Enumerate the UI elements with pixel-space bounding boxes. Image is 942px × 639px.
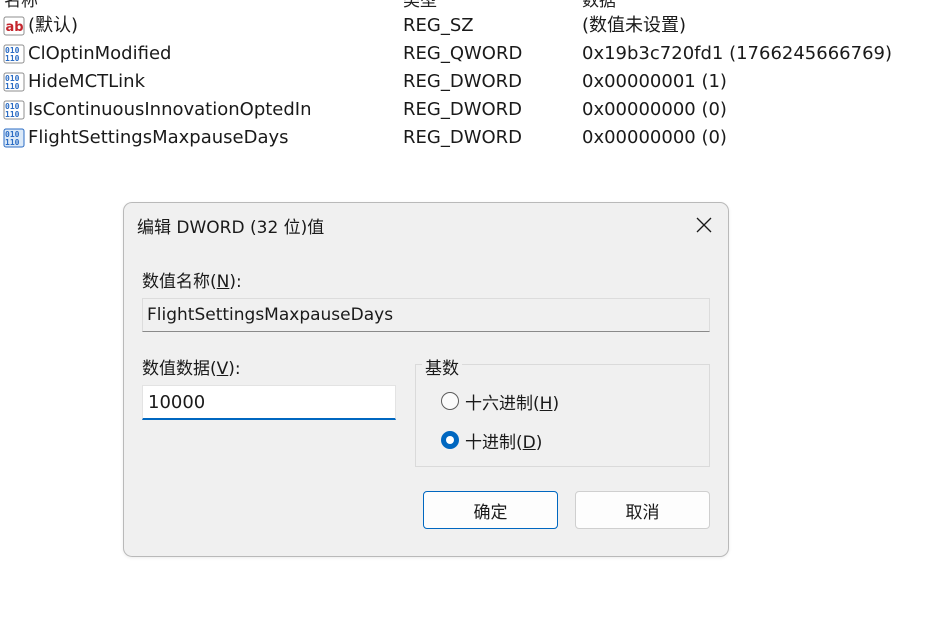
column-header-name[interactable]: 名称 — [4, 0, 38, 11]
binary-value-icon: 010 110 — [3, 72, 25, 92]
registry-editor-screen: 名称 类型 数据 ab (默认) REG_SZ (数值未设置) 010 110 … — [0, 0, 942, 639]
list-item-name: HideMCTLink — [28, 71, 145, 92]
binary-value-icon: 010 110 — [3, 44, 25, 64]
list-item-data: 0x00000000 (0) — [582, 99, 727, 120]
base-group-label: 基数 — [422, 354, 462, 379]
list-item[interactable]: 010 110 ClOptinModified REG_QWORD 0x19b3… — [0, 40, 942, 68]
column-header-type[interactable]: 类型 — [403, 0, 437, 11]
dialog-title: 编辑 DWORD (32 位)值 — [137, 218, 325, 238]
list-item-data: 0x00000000 (0) — [582, 127, 727, 148]
dialog-titlebar[interactable]: 编辑 DWORD (32 位)值 — [124, 203, 728, 247]
list-item-name: FlightSettingsMaxpauseDays — [28, 127, 289, 148]
list-item-type: REG_DWORD — [403, 127, 523, 148]
cancel-button[interactable]: 取消 — [575, 491, 710, 529]
list-item-type: REG_DWORD — [403, 71, 523, 92]
binary-value-icon: 010 110 — [3, 100, 25, 120]
value-name-field: FlightSettingsMaxpauseDays — [142, 298, 710, 332]
hex-radio-label: 十六进制(H) — [465, 393, 560, 414]
svg-text:ab: ab — [6, 20, 24, 35]
value-name-label: 数值名称(N): — [142, 272, 242, 292]
close-button[interactable] — [688, 209, 720, 241]
value-data-input[interactable] — [142, 385, 396, 420]
list-item-type: REG_DWORD — [403, 99, 523, 120]
value-data-label: 数值数据(V): — [142, 359, 241, 379]
list-item-data: 0x00000001 (1) — [582, 71, 727, 92]
column-header-data[interactable]: 数据 — [582, 0, 616, 11]
list-item-name: (默认) — [28, 15, 79, 36]
edit-dword-dialog: 编辑 DWORD (32 位)值 数值名称(N): FlightSettings… — [123, 202, 729, 557]
string-value-icon: ab — [3, 16, 25, 36]
list-item[interactable]: ab (默认) REG_SZ (数值未设置) — [0, 12, 942, 40]
binary-value-icon: 010 110 — [3, 128, 25, 148]
svg-text:110: 110 — [5, 138, 20, 147]
list-item-data: (数值未设置) — [582, 15, 687, 36]
list-item[interactable]: 010 110 FlightSettingsMaxpauseDays REG_D… — [0, 124, 942, 152]
decimal-radio-circle[interactable] — [441, 431, 459, 449]
list-item[interactable]: 010 110 IsContinuousInnovationOptedIn RE… — [0, 96, 942, 124]
decimal-radio-label: 十进制(D) — [465, 432, 543, 453]
list-item-type: REG_QWORD — [403, 43, 523, 64]
svg-text:110: 110 — [5, 82, 20, 91]
hex-radio-circle[interactable] — [441, 392, 459, 410]
close-icon — [696, 217, 712, 233]
list-item-name: ClOptinModified — [28, 43, 172, 64]
list-item-data: 0x19b3c720fd1 (1766245666769) — [582, 43, 892, 64]
svg-text:110: 110 — [5, 110, 20, 119]
ok-button[interactable]: 确定 — [423, 491, 558, 529]
decimal-radio[interactable]: 十进制(D) — [441, 428, 543, 453]
list-item-name: IsContinuousInnovationOptedIn — [28, 99, 312, 120]
list-header: 名称 类型 数据 — [0, 0, 942, 11]
hex-radio[interactable]: 十六进制(H) — [441, 389, 560, 414]
list-item[interactable]: 010 110 HideMCTLink REG_DWORD 0x00000001… — [0, 68, 942, 96]
svg-text:110: 110 — [5, 54, 20, 63]
list-item-type: REG_SZ — [403, 15, 474, 36]
